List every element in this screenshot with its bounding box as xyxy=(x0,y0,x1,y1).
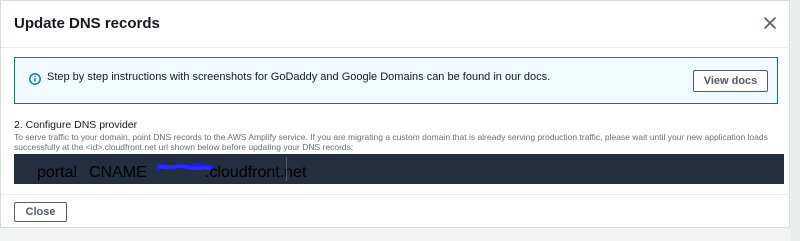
info-text: Step by step instructions with screensho… xyxy=(47,71,551,83)
close-icon[interactable] xyxy=(760,13,780,33)
backdrop xyxy=(791,0,800,241)
info-icon xyxy=(29,72,41,85)
footer-divider xyxy=(1,194,789,195)
modal-header: Update DNS records xyxy=(1,1,789,48)
section-description: To serve traffic to your domain, point D… xyxy=(14,132,768,152)
modal-title: Update DNS records xyxy=(14,15,160,32)
view-docs-button[interactable]: View docs xyxy=(693,70,768,92)
section-title: 2. Configure DNS provider xyxy=(14,119,138,131)
code-divider xyxy=(286,157,287,181)
update-dns-modal: Update DNS records Step by step instruct… xyxy=(0,0,790,228)
dns-record-value: .cloudfront.net xyxy=(205,164,307,181)
dns-record-code-block: portal CNAME .cloudfront.net xyxy=(14,154,784,184)
close-button[interactable]: Close xyxy=(14,202,67,222)
dns-record-name: portal xyxy=(37,164,78,181)
dns-record-type: CNAME xyxy=(89,164,147,181)
info-alert: Step by step instructions with screensho… xyxy=(14,57,778,104)
